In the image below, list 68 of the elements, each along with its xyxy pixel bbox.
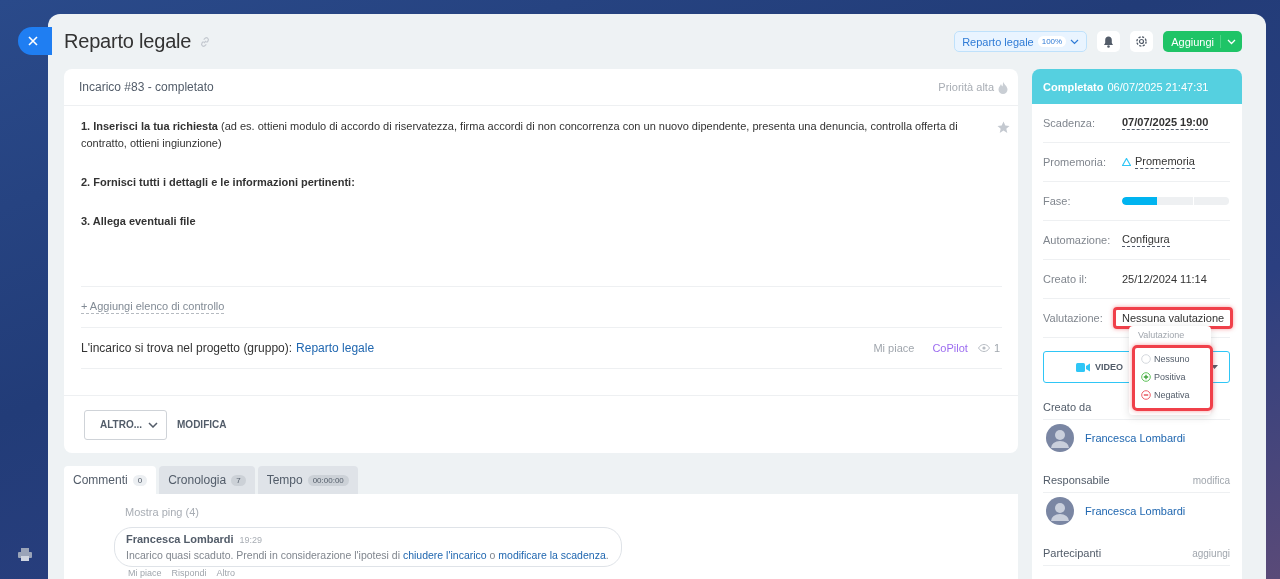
- printer-icon: [18, 548, 32, 561]
- menu-item[interactable]: Nessuno: [1141, 350, 1210, 368]
- avatar-icon: [1046, 497, 1074, 525]
- priority-label: Priorità alta: [938, 81, 994, 93]
- section-label: Responsabile: [1043, 474, 1110, 486]
- status-date: 06/07/2025 21:47:31: [1107, 80, 1209, 93]
- comment-link[interactable]: modificare la scadenza: [498, 549, 606, 561]
- comment-author: Francesca Lombardi: [126, 533, 234, 545]
- section-label: Partecipanti: [1043, 547, 1102, 559]
- status-label: Completato: [1043, 80, 1104, 93]
- chevron-down-icon: [1070, 38, 1080, 45]
- chevron-down-icon: [1227, 38, 1236, 45]
- tab-count: 0: [132, 474, 148, 486]
- menu-item[interactable]: Negativa: [1141, 386, 1210, 404]
- comment-text: Incarico quasi scaduto. Prendi in considerazione l'ipotesi di chiudere l'incarico o modificare la scadenza.: [126, 548, 609, 562]
- reminder-link[interactable]: Promemoria: [1135, 155, 1195, 169]
- minus-circle-icon: [1141, 390, 1151, 400]
- edit-button[interactable]: MODIFICA: [177, 419, 227, 430]
- person-name-link[interactable]: Francesca Lombardi: [1085, 505, 1186, 517]
- settings-button[interactable]: [1130, 31, 1154, 52]
- tab-count: 7: [231, 474, 246, 486]
- menu-item[interactable]: Positiva: [1141, 368, 1210, 386]
- comment-time: 19:29: [239, 535, 263, 545]
- empty-circle-icon: [1141, 354, 1151, 364]
- project-label: L'incarico si trova nel progetto (gruppo):: [81, 341, 293, 355]
- tab[interactable]: Commenti 0: [64, 466, 157, 494]
- deadline-value[interactable]: 07/07/2025 19:00: [1122, 116, 1209, 130]
- chevron-down-icon: [148, 421, 159, 428]
- comment-link[interactable]: chiudere l'incarico: [402, 549, 487, 561]
- tab[interactable]: Cronologia 7: [159, 466, 255, 494]
- project-link[interactable]: Reparto legale: [296, 341, 375, 355]
- eye-icon: [977, 344, 990, 352]
- plus-circle-icon: [1141, 372, 1151, 382]
- page-title: Reparto legale: [64, 30, 192, 53]
- field-label: Fase:: [1043, 195, 1072, 207]
- settings-icon: [1135, 35, 1149, 48]
- created-date: 25/12/2024 11:14: [1122, 273, 1207, 285]
- field-label: Scadenza:: [1043, 117, 1096, 129]
- automation-link[interactable]: Configura: [1122, 233, 1170, 247]
- notifications-button[interactable]: [1097, 31, 1121, 52]
- camera-icon: [1076, 362, 1090, 372]
- group-label: Reparto legale: [962, 35, 1034, 48]
- section-label: Creato da: [1043, 401, 1092, 413]
- flame-icon: [998, 80, 1008, 94]
- field-label: Creato il:: [1043, 273, 1089, 285]
- field-label: Promemoria:: [1043, 156, 1107, 168]
- person-name-link[interactable]: Francesca Lombardi: [1085, 432, 1186, 444]
- add-checklist-link[interactable]: + Aggiungi elenco di controllo: [81, 300, 225, 314]
- menu-title: Valutazione: [1137, 330, 1186, 342]
- tab[interactable]: Tempo 00:00:00: [257, 466, 358, 494]
- tab-count: 00:00:00: [307, 474, 349, 486]
- avatar-icon: [1046, 424, 1074, 452]
- description-paragraph: 1. Inserisci la tua richiesta (ad es. ottieni modulo di accordo di riservatezza, firma accordi di non concorrenza con un nuovo dipendente, presenta una denuncia, controlla offerta di contratto, ottieni ingiunzione): [81, 119, 959, 151]
- field-label: Automazione:: [1043, 234, 1112, 246]
- link-icon: [199, 35, 212, 48]
- copilot-link[interactable]: CoPilot: [932, 342, 968, 354]
- group-button[interactable]: Reparto legale 100%: [954, 31, 1088, 52]
- close-icon: [28, 36, 38, 46]
- description-paragraph: 3. Allega eventuali file: [81, 214, 197, 229]
- description-paragraph: 2. Fornisci tutti i dettagli e le informazioni pertinenti:: [81, 175, 356, 190]
- more-button[interactable]: ALTRO...: [84, 409, 168, 440]
- close-button[interactable]: [18, 27, 52, 55]
- task-title: Incarico #83 - completato: [79, 80, 214, 94]
- view-count: 1: [993, 342, 1000, 354]
- caret-down-icon: [1210, 365, 1218, 369]
- percent-badge: 100%: [1037, 36, 1067, 47]
- star-icon: [997, 121, 1010, 134]
- field-label: Valutazione:: [1043, 312, 1104, 324]
